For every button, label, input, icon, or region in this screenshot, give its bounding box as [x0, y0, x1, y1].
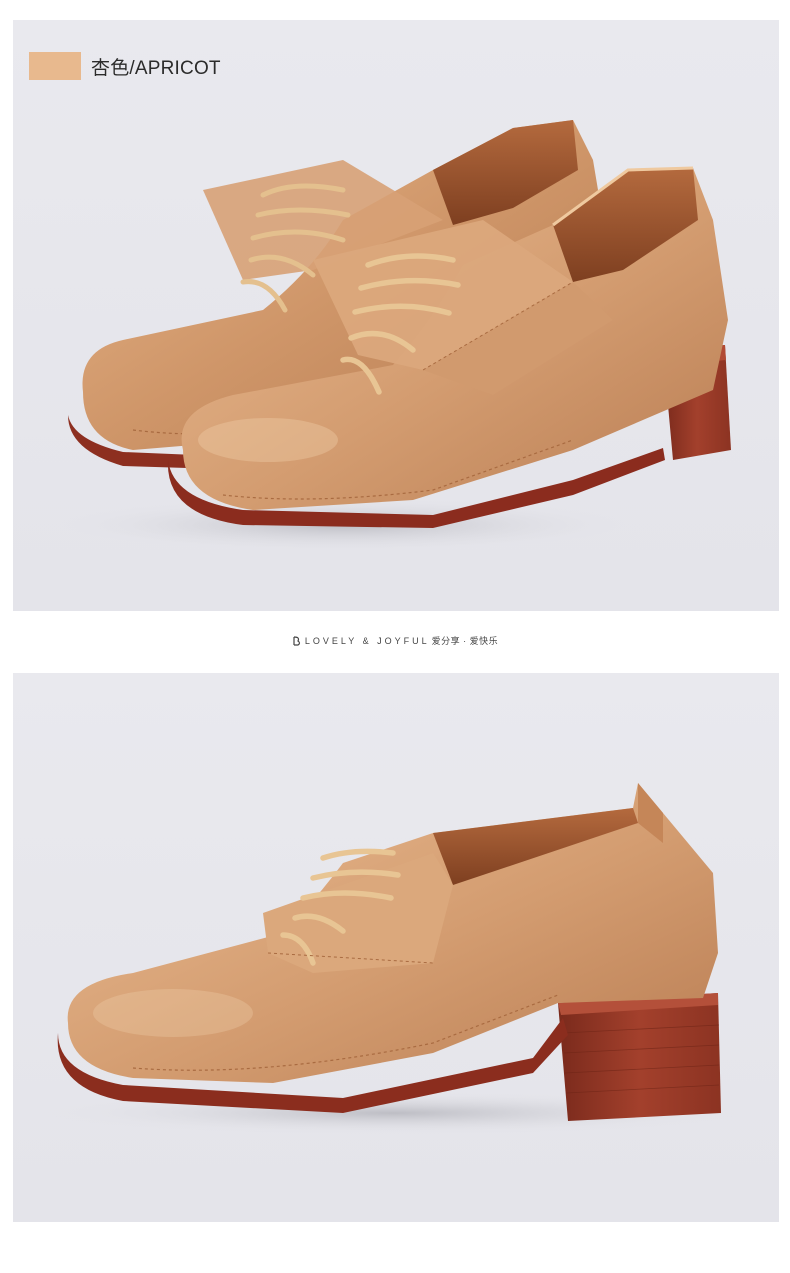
shoe-pair-illustration: [43, 120, 731, 553]
brand-tagline: LOVELY & JOYFUL 爱分享 · 爱快乐: [0, 634, 790, 647]
brand-logo-icon: [293, 635, 300, 646]
product-image-pair: 杏色/APRICOT: [13, 20, 779, 611]
tagline-chinese: 爱分享 · 爱快乐: [431, 636, 499, 646]
shoe-side-illustration: [33, 783, 753, 1135]
product-image-side: [13, 673, 779, 1222]
tagline-english: LOVELY & JOYFUL: [304, 635, 430, 646]
